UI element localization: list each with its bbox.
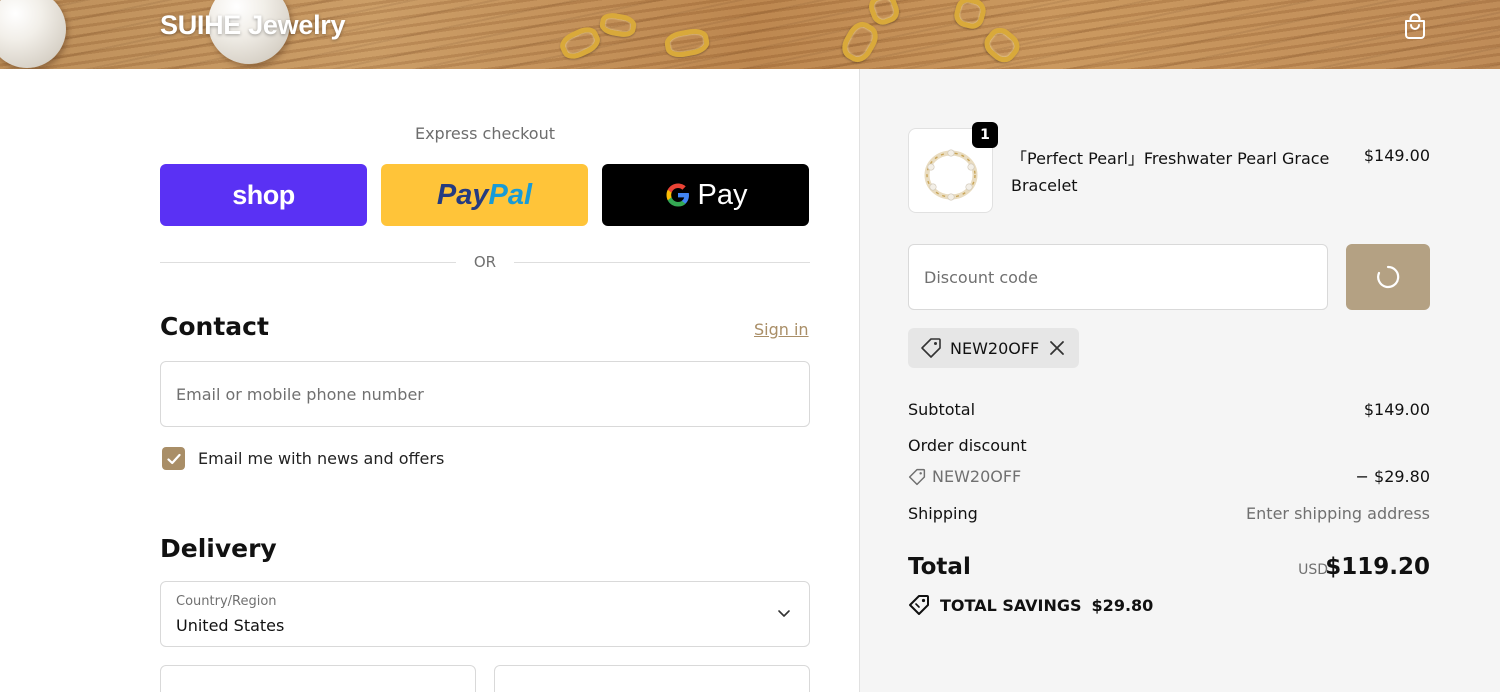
tag-icon xyxy=(921,338,941,358)
or-label: OR xyxy=(473,253,497,271)
paypal-logo-part1: Pay xyxy=(436,178,489,211)
country-select-label: Country/Region xyxy=(176,594,277,609)
apply-discount-button[interactable] xyxy=(1346,244,1430,310)
total-currency: USD xyxy=(1298,562,1328,578)
savings-value: $29.80 xyxy=(1091,595,1154,615)
last-name-field[interactable] xyxy=(494,665,810,692)
applied-discount-chip: NEW20OFF xyxy=(908,328,1080,368)
first-name-field[interactable] xyxy=(160,665,476,692)
country-select[interactable]: Country/Region United States xyxy=(160,581,810,647)
chain-decoration xyxy=(556,22,604,64)
subtotal-value: $149.00 xyxy=(1363,400,1430,419)
discount-code-input[interactable] xyxy=(909,245,1327,309)
header-banner: SUIHE Jewelry xyxy=(0,0,1500,69)
order-discount-label: Order discount xyxy=(908,436,1027,455)
chain-decoration xyxy=(598,11,638,39)
paypal-logo-part2: Pal xyxy=(488,178,533,211)
discount-code-row: NEW20OFF xyxy=(908,467,1021,486)
email-field[interactable] xyxy=(161,362,809,426)
savings-label: TOTAL SAVINGS xyxy=(940,595,1082,615)
paypal-button[interactable]: Pay Pal xyxy=(381,164,588,226)
subtotal-label: Subtotal xyxy=(908,400,976,419)
remove-discount-icon[interactable] xyxy=(1047,338,1067,358)
newsletter-checkbox[interactable] xyxy=(162,447,185,470)
google-pay-button[interactable]: Pay xyxy=(602,164,809,226)
discount-code-text: NEW20OFF xyxy=(932,467,1022,486)
shop-pay-button[interactable]: shop xyxy=(160,164,367,226)
savings-tag-icon xyxy=(909,595,929,615)
chain-decoration xyxy=(979,22,1025,68)
shop-pay-logo: shop xyxy=(232,179,295,210)
shopping-bag-icon[interactable] xyxy=(1402,12,1428,40)
discount-value: − $29.80 xyxy=(1355,467,1430,486)
google-g-icon xyxy=(666,183,689,207)
product-name: 「Perfect Pearl」Freshwater Pearl Grace Br… xyxy=(1011,149,1330,195)
country-select-value: United States xyxy=(176,616,285,635)
chain-decoration xyxy=(837,17,883,67)
contact-title: Contact xyxy=(160,312,269,341)
total-savings: TOTAL SAVINGS $29.80 xyxy=(908,594,1153,616)
delivery-title: Delivery xyxy=(160,534,277,563)
shipping-label: Shipping xyxy=(908,504,978,523)
total-amount: $119.20 xyxy=(1325,554,1430,580)
express-checkout-label: Express checkout xyxy=(414,124,556,143)
tag-icon xyxy=(908,468,926,485)
chain-decoration xyxy=(865,0,903,28)
checkmark-icon xyxy=(166,453,181,464)
product-price: $149.00 xyxy=(1363,146,1430,165)
discount-field-wrapper xyxy=(908,244,1328,310)
shipping-value: Enter shipping address xyxy=(1246,504,1430,523)
total-label: Total xyxy=(908,554,971,580)
or-divider: OR xyxy=(160,252,810,272)
applied-discount-code: NEW20OFF xyxy=(950,338,1040,358)
quantity-badge: 1 xyxy=(972,122,998,148)
newsletter-label[interactable]: Email me with news and offers xyxy=(198,449,444,468)
chevron-down-icon xyxy=(778,610,790,617)
sign-in-link[interactable]: Sign in xyxy=(754,320,809,339)
google-pay-label: Pay xyxy=(697,178,748,211)
chain-decoration xyxy=(663,26,711,60)
chain-decoration xyxy=(951,0,989,32)
brand-logo[interactable]: SUIHE Jewelry xyxy=(160,10,346,41)
email-field-wrapper xyxy=(160,361,810,427)
loading-spinner-icon xyxy=(1377,265,1400,289)
pearl-decoration xyxy=(0,0,66,68)
